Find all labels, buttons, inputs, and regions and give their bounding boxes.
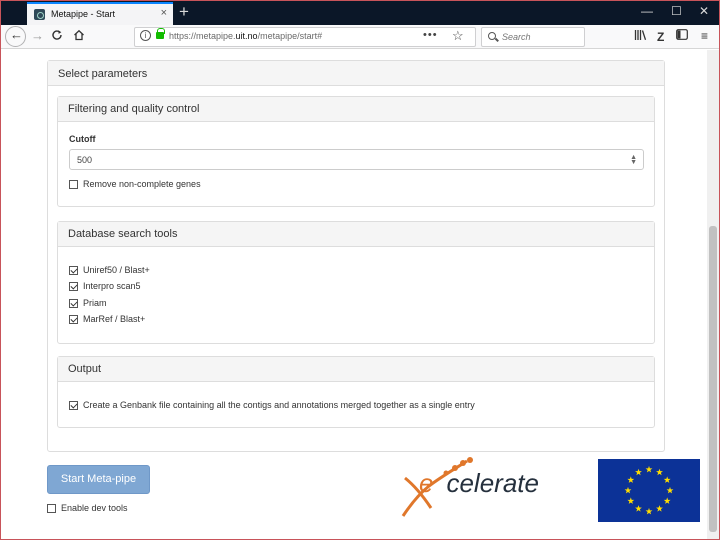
eu-star-icon xyxy=(645,507,653,515)
scrollbar-thumb[interactable] xyxy=(709,226,717,532)
tool-label: Interpro scan5 xyxy=(83,281,141,291)
info-icon[interactable]: i xyxy=(140,30,151,41)
forward-button[interactable]: → xyxy=(31,27,44,45)
genbank-label: Create a Genbank file containing all the… xyxy=(83,400,475,410)
start-meta-pipe-button[interactable]: Start Meta-pipe xyxy=(47,465,150,494)
vertical-scrollbar[interactable] xyxy=(707,50,719,539)
eu-star-icon xyxy=(656,505,663,512)
remove-incomplete-checkbox[interactable] xyxy=(69,180,78,189)
cutoff-label: Cutoff xyxy=(69,134,96,144)
priam-checkbox[interactable] xyxy=(69,299,78,308)
output-panel: Output Create a Genbank file containing … xyxy=(57,356,655,428)
genbank-checkbox[interactable] xyxy=(69,401,78,410)
dev-tools-label: Enable dev tools xyxy=(61,503,128,513)
minimize-button[interactable]: — xyxy=(641,4,653,18)
menu-hamburger-icon[interactable]: ≡ xyxy=(701,29,708,43)
eu-star-icon xyxy=(663,497,671,504)
tool-label: Uniref50 / Blast+ xyxy=(83,265,150,275)
navigation-toolbar: ← → i https://metapipe.uit.no/metapipe/s… xyxy=(1,25,719,49)
eu-star-icon xyxy=(635,505,642,512)
filtering-heading: Filtering and quality control xyxy=(58,97,654,122)
tab-close-icon[interactable]: × xyxy=(161,7,167,19)
tool-label: MarRef / Blast+ xyxy=(83,314,146,324)
select-parameters-panel: Select parameters Filtering and quality … xyxy=(47,60,665,452)
output-heading: Output xyxy=(58,357,654,382)
eu-star-icon xyxy=(656,468,663,476)
search-icon xyxy=(488,32,496,40)
reload-button[interactable] xyxy=(51,28,63,46)
tab-title: Metapipe - Start xyxy=(51,9,116,19)
zotero-icon[interactable]: Z xyxy=(657,30,664,44)
excelerate-logo: excelerate xyxy=(419,468,539,498)
home-button[interactable] xyxy=(73,28,85,46)
eu-star-icon xyxy=(627,497,635,504)
back-arrow-icon: ← xyxy=(10,27,23,42)
lock-icon[interactable] xyxy=(156,28,165,39)
eu-star-icon xyxy=(645,465,653,473)
interpro-checkbox[interactable] xyxy=(69,282,78,291)
eu-star-icon xyxy=(663,476,671,483)
select-arrows-icon: ▲ ▼ xyxy=(630,154,637,166)
eu-flag-logo xyxy=(598,459,700,522)
search-input[interactable] xyxy=(502,30,582,44)
search-bar[interactable] xyxy=(481,27,585,47)
eu-star-icon xyxy=(624,486,632,494)
page-content: Select parameters Filtering and quality … xyxy=(1,50,707,539)
browser-window: Metapipe - Start × + — ☐ ✕ ← → i https:/… xyxy=(0,0,720,540)
filtering-panel: Filtering and quality control Cutoff 500… xyxy=(57,96,655,207)
reload-icon xyxy=(52,30,62,40)
metapipe-favicon-icon xyxy=(34,9,45,20)
home-icon xyxy=(74,29,84,41)
uniref50-checkbox[interactable] xyxy=(69,266,78,275)
marref-checkbox[interactable] xyxy=(69,315,78,324)
url-text[interactable]: https://metapipe.uit.no/metapipe/start# xyxy=(169,31,322,41)
title-bar: Metapipe - Start × + — ☐ ✕ xyxy=(1,1,719,25)
sidebar-icon[interactable] xyxy=(676,29,688,43)
database-search-panel: Database search tools Uniref50 / Blast+ … xyxy=(57,221,655,344)
remove-incomplete-label: Remove non-complete genes xyxy=(83,179,201,189)
eu-star-icon xyxy=(627,476,635,483)
bookmark-star-icon[interactable]: ☆ xyxy=(452,28,464,44)
dev-tools-checkbox[interactable] xyxy=(47,504,56,513)
cutoff-select[interactable]: 500 ▲ ▼ xyxy=(69,149,644,170)
tab-metapipe-start[interactable]: Metapipe - Start × xyxy=(27,2,173,25)
back-button[interactable]: ← xyxy=(5,26,26,47)
tool-label: Priam xyxy=(83,298,107,308)
select-parameters-heading: Select parameters xyxy=(48,61,664,86)
new-tab-button[interactable]: + xyxy=(179,2,189,22)
library-icon[interactable] xyxy=(634,29,647,44)
cutoff-value: 500 xyxy=(77,155,93,165)
restore-button[interactable]: ☐ xyxy=(671,4,682,18)
close-window-button[interactable]: ✕ xyxy=(699,4,709,18)
address-bar[interactable]: i https://metapipe.uit.no/metapipe/start… xyxy=(134,27,476,47)
eu-star-icon xyxy=(666,486,674,494)
eu-stars-icon xyxy=(624,465,674,515)
eu-star-icon xyxy=(635,468,642,476)
database-search-heading: Database search tools xyxy=(58,222,654,247)
page-actions-menu-icon[interactable]: ••• xyxy=(423,29,438,41)
